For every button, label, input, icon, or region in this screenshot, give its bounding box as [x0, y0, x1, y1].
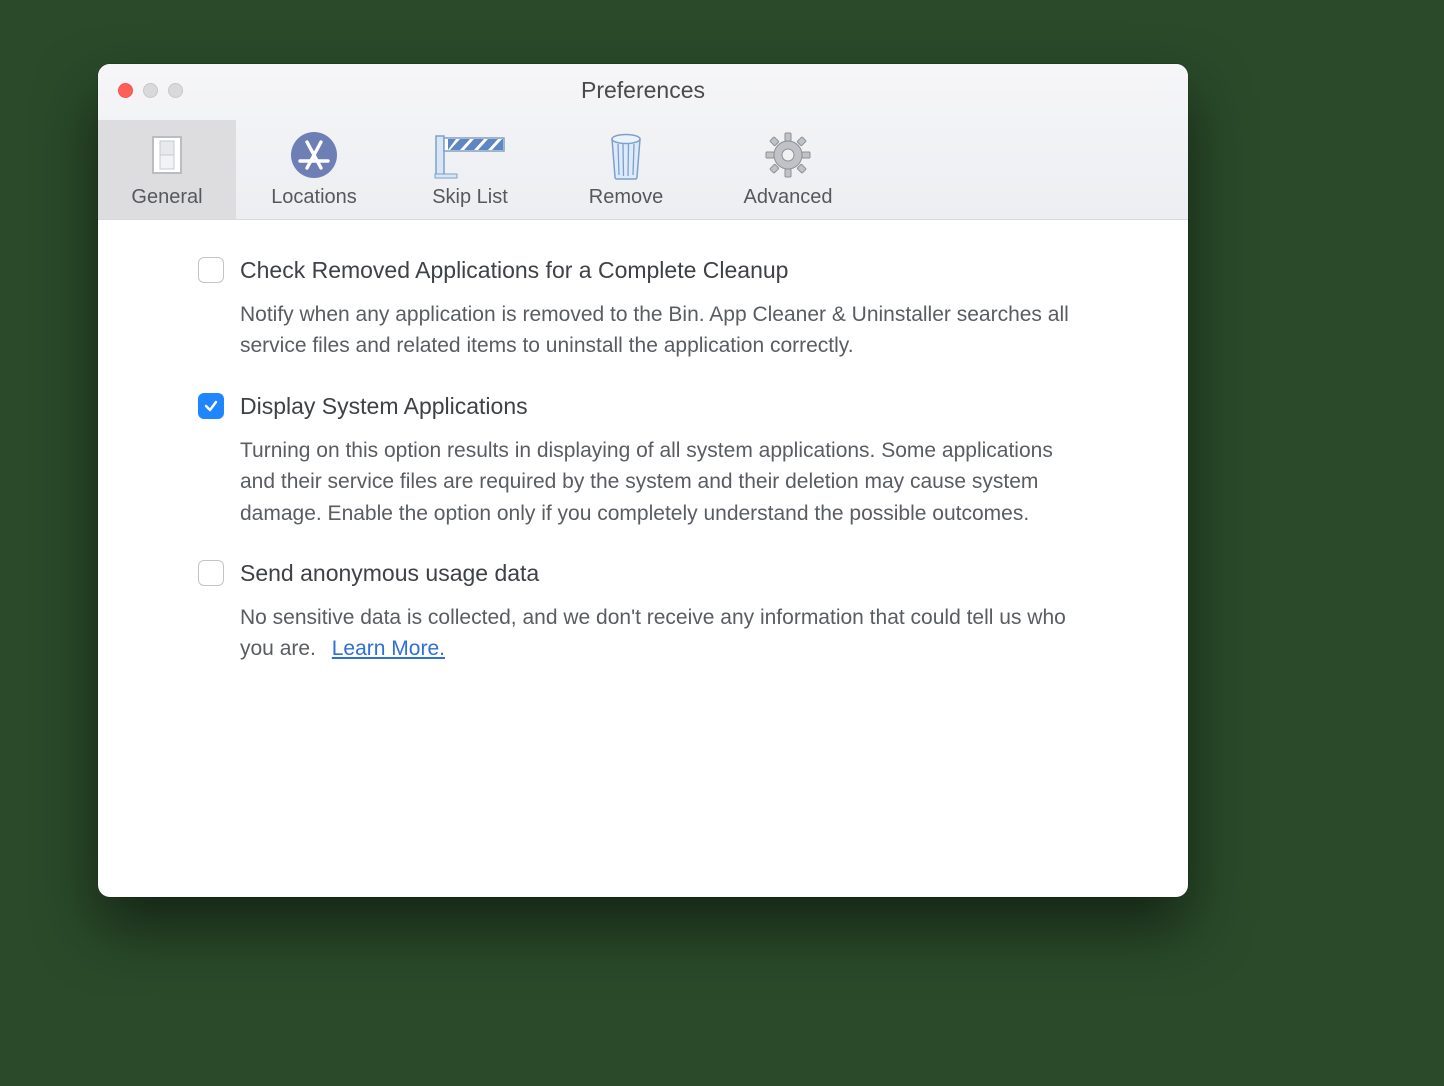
- checkbox-display-system-apps[interactable]: [198, 393, 224, 419]
- option-anonymous-usage: Send anonymous usage data No sensitive d…: [198, 559, 1088, 665]
- tab-remove[interactable]: Remove: [548, 120, 704, 219]
- option-description: Turning on this option results in displa…: [240, 435, 1088, 530]
- tab-label: Skip List: [432, 186, 508, 209]
- option-display-system-apps: Display System Applications Turning on t…: [198, 392, 1088, 529]
- option-title: Check Removed Applications for a Complet…: [240, 256, 1088, 285]
- option-title: Send anonymous usage data: [240, 559, 1088, 588]
- switch-icon: [145, 128, 189, 182]
- learn-more-link[interactable]: Learn More.: [332, 637, 445, 660]
- close-window-button[interactable]: [118, 83, 133, 98]
- gear-icon: [763, 128, 813, 182]
- trash-icon: [604, 128, 648, 182]
- tab-skip-list[interactable]: Skip List: [392, 120, 548, 219]
- option-description: No sensitive data is collected, and we d…: [240, 602, 1088, 665]
- tab-label: General: [131, 186, 202, 209]
- preferences-window: Preferences General: [98, 64, 1188, 897]
- barrier-icon: [433, 128, 507, 182]
- traffic-lights: [98, 83, 183, 98]
- tab-advanced[interactable]: Advanced: [704, 120, 872, 219]
- tab-label: Advanced: [744, 186, 833, 209]
- tab-general[interactable]: General: [98, 120, 236, 219]
- general-pane: Check Removed Applications for a Complet…: [98, 220, 1188, 897]
- window-title: Preferences: [98, 77, 1188, 104]
- tab-label: Remove: [589, 186, 663, 209]
- preferences-toolbar: General Locations: [98, 116, 1188, 219]
- option-title: Display System Applications: [240, 392, 1088, 421]
- option-complete-cleanup: Check Removed Applications for a Complet…: [198, 256, 1088, 362]
- option-description: Notify when any application is removed t…: [240, 299, 1088, 362]
- minimize-window-button[interactable]: [143, 83, 158, 98]
- tab-locations[interactable]: Locations: [236, 120, 392, 219]
- tab-label: Locations: [271, 186, 357, 209]
- checkbox-complete-cleanup[interactable]: [198, 257, 224, 283]
- zoom-window-button[interactable]: [168, 83, 183, 98]
- appstore-icon: [289, 128, 339, 182]
- checkbox-anonymous-usage[interactable]: [198, 560, 224, 586]
- titlebar: Preferences General: [98, 64, 1188, 220]
